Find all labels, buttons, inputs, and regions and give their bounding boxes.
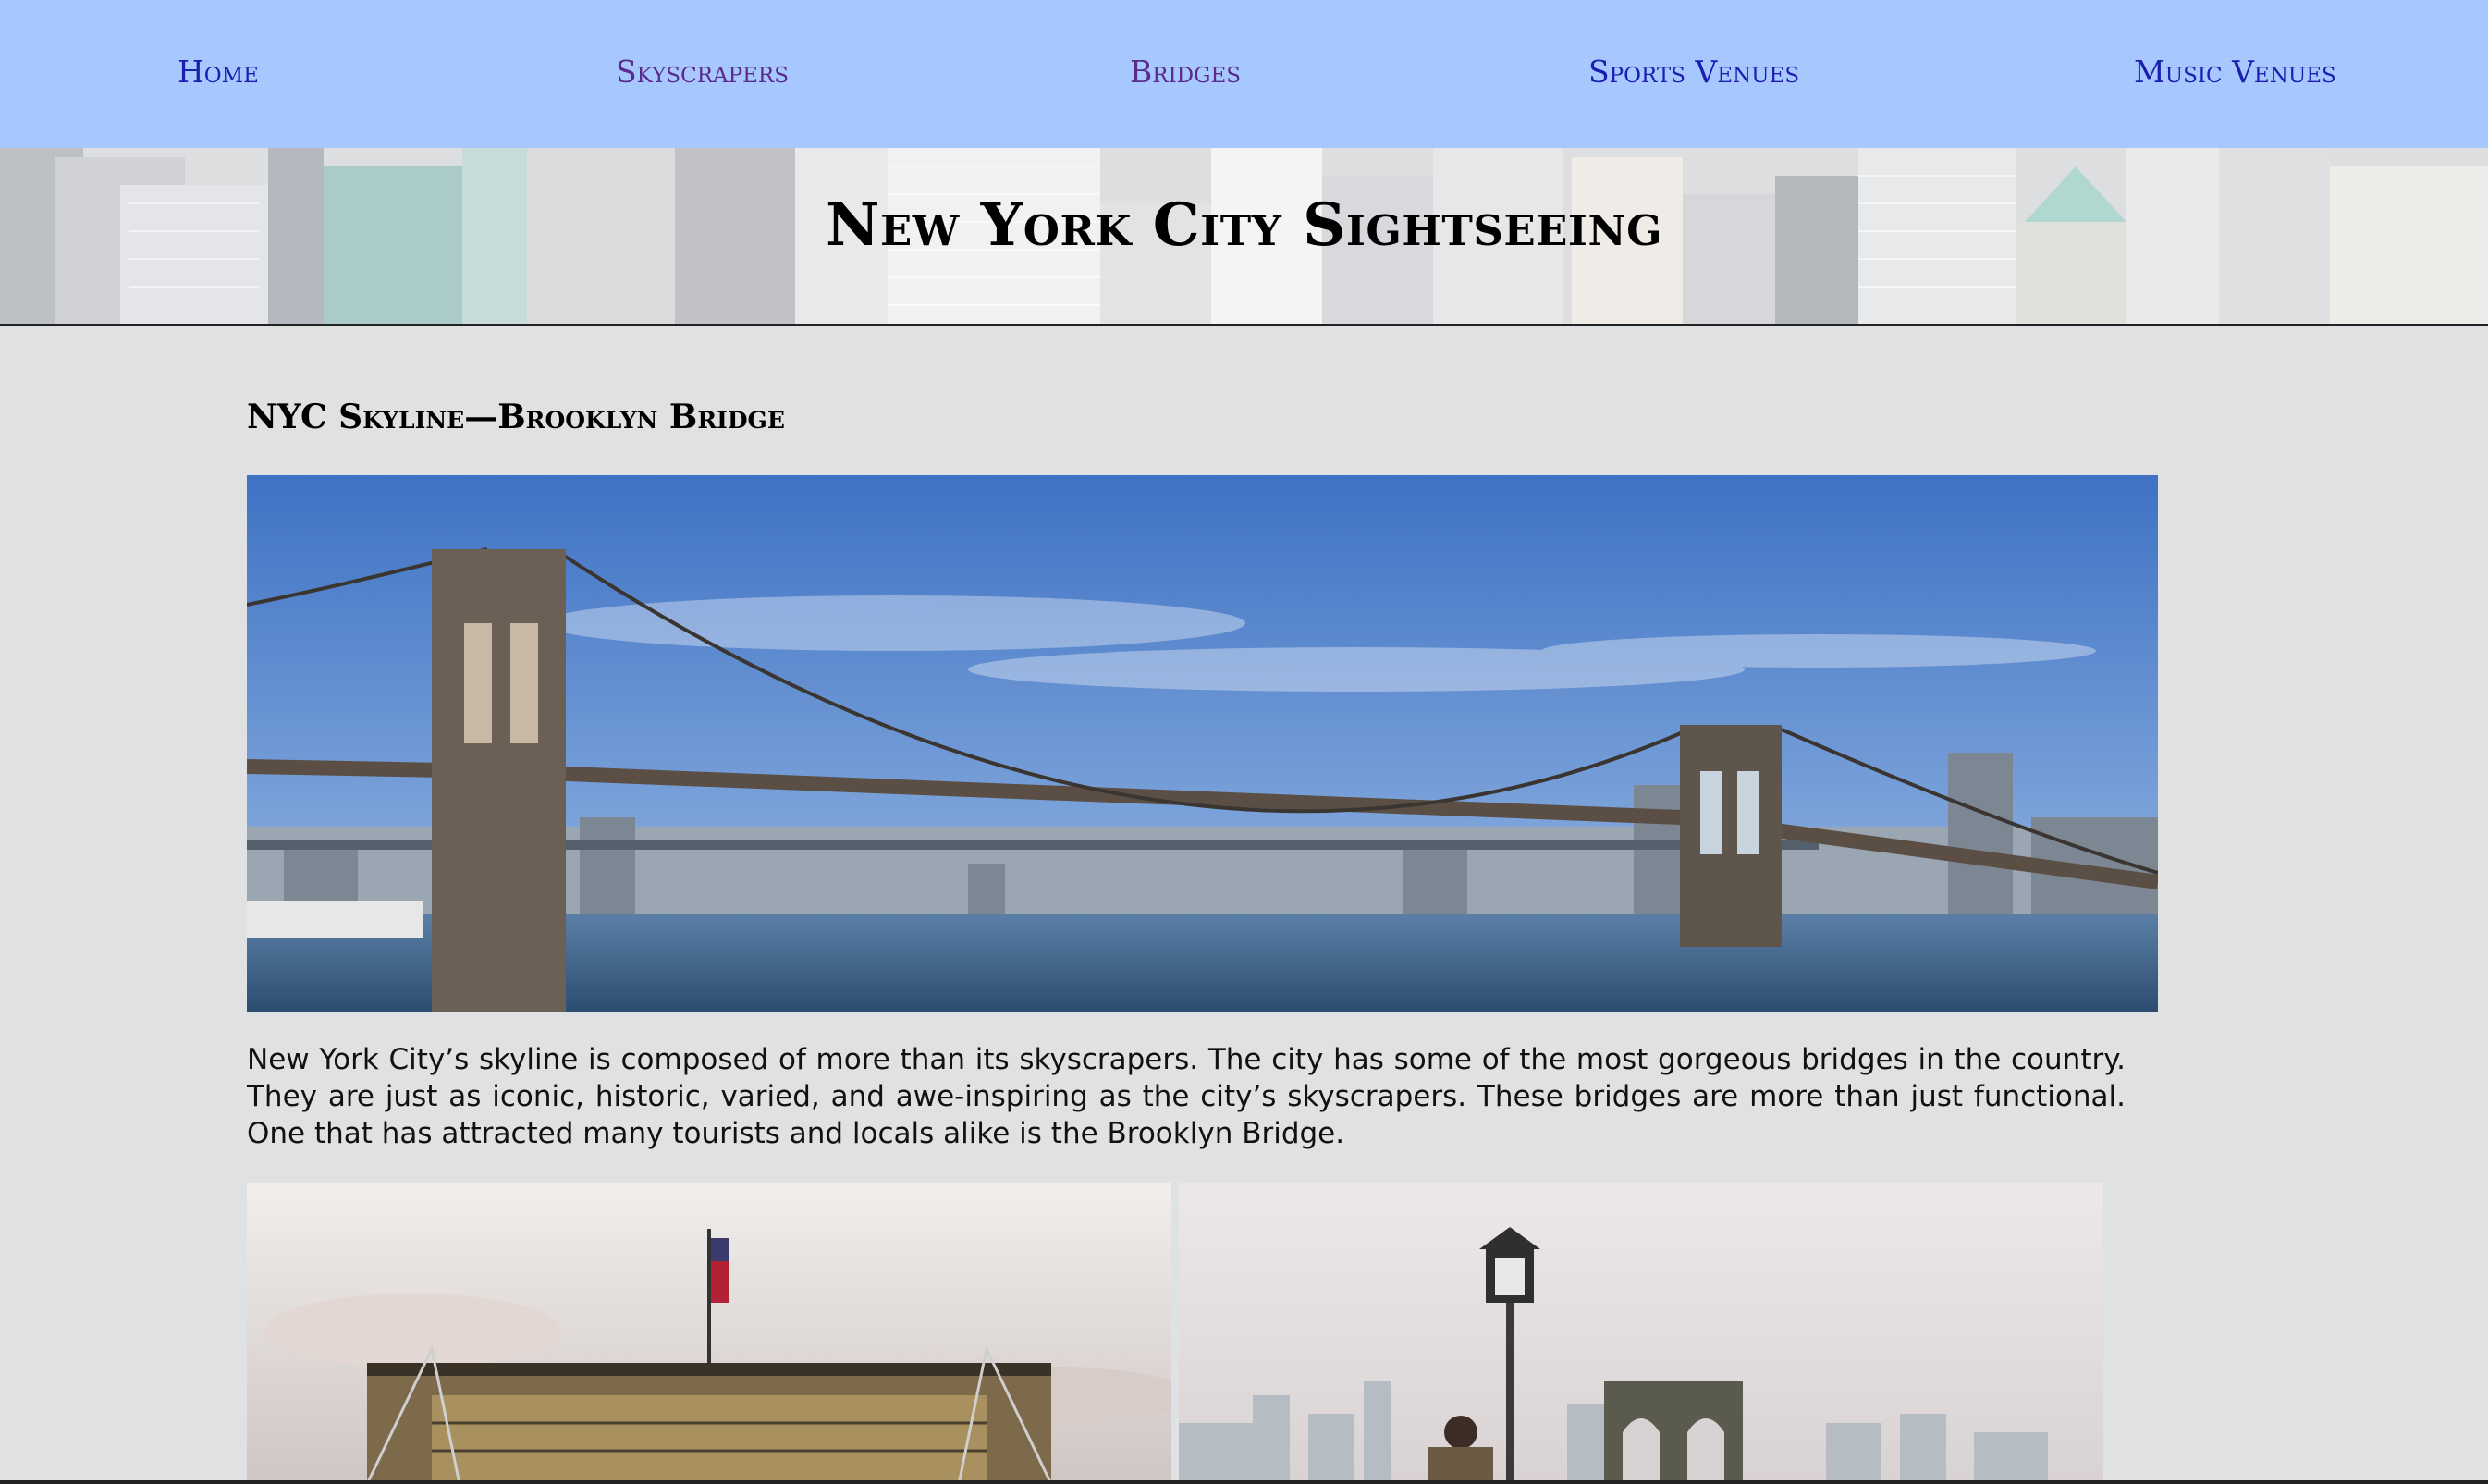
site-title: New York City Sightseeing	[825, 190, 1663, 260]
intro-paragraph: New York City’s skyline is composed of m…	[247, 1043, 2126, 1150]
nav-link-music-venues[interactable]: Music Venues	[2134, 54, 2336, 90]
nav-link-sports-venues[interactable]: Sports Venues	[1588, 54, 1799, 90]
bottom-border	[0, 1480, 2488, 1484]
nav-link-home[interactable]: Home	[178, 54, 259, 90]
header-banner: New York City Sightseeing	[0, 148, 2488, 326]
main-nav: Home Skyscrapers Bridges Sports Venues M…	[0, 0, 2488, 148]
bridge-tower-photo	[247, 1183, 1171, 1484]
nav-link-bridges[interactable]: Bridges	[1130, 54, 1241, 90]
nav-link-skyscrapers[interactable]: Skyscrapers	[616, 54, 789, 90]
bridge-walkway-photo	[1179, 1183, 2103, 1484]
section-title: NYC Skyline—Brooklyn Bridge	[247, 398, 785, 436]
brooklyn-bridge-panorama-image	[247, 475, 2158, 1012]
